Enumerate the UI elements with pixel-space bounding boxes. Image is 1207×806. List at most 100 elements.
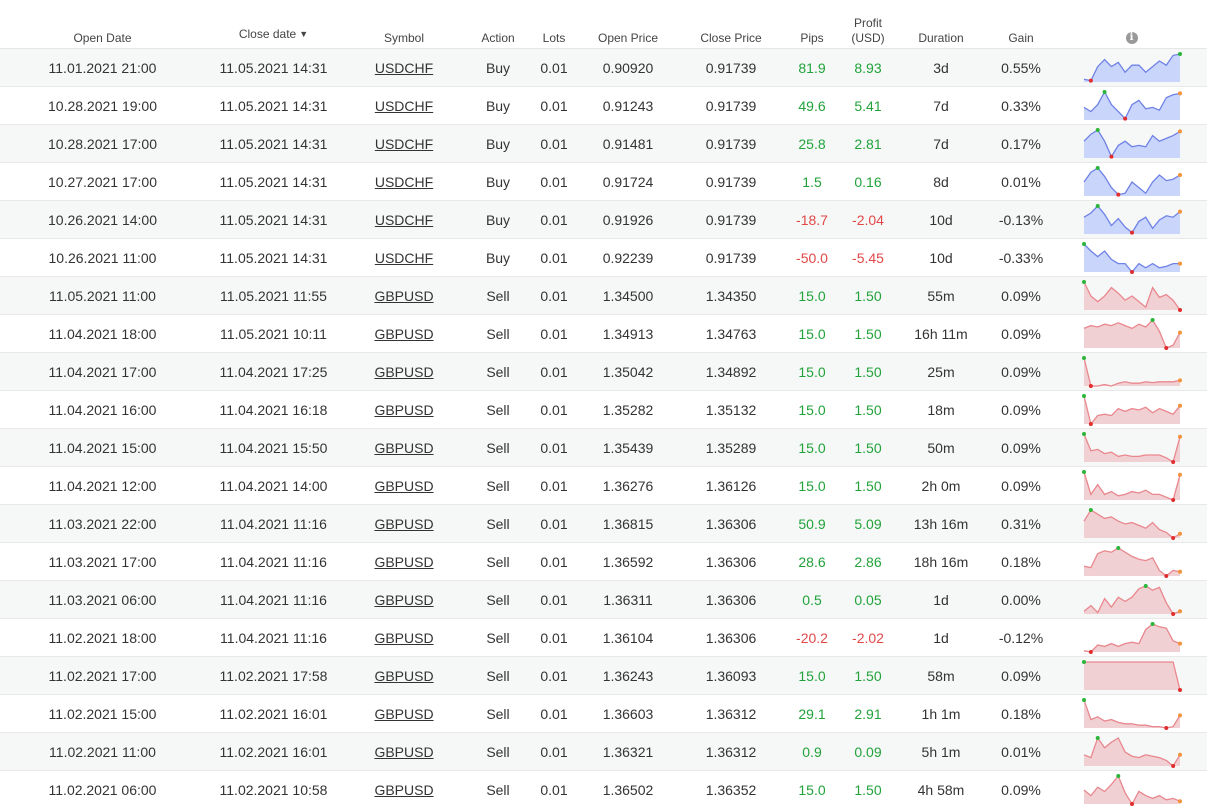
close-date-cell: 11.04.2021 11:16 — [205, 504, 342, 543]
sparkline-area — [1083, 547, 1180, 576]
symbol-link[interactable]: GBPUSD — [374, 744, 433, 760]
close-price-cell: 0.91739 — [678, 124, 784, 163]
sparkline-cell — [1056, 200, 1207, 239]
symbol-cell: GBPUSD — [342, 390, 466, 429]
symbol-link[interactable]: GBPUSD — [374, 402, 433, 418]
action-cell: Sell — [466, 732, 530, 771]
gain-cell: 0.09% — [986, 770, 1056, 806]
pips-cell: 15.0 — [784, 656, 840, 695]
symbol-link[interactable]: GBPUSD — [374, 630, 433, 646]
profit-cell: 1.50 — [840, 314, 896, 353]
table-row[interactable]: 11.04.2021 15:00 11.04.2021 15:50 GBPUSD Se… — [0, 428, 1207, 467]
table-row[interactable]: 11.01.2021 21:00 11.05.2021 14:31 USDCHF Bu… — [0, 48, 1207, 87]
sparkline-area — [1083, 661, 1180, 690]
table-row[interactable]: 10.26.2021 11:00 11.05.2021 14:31 USDCHF Bu… — [0, 238, 1207, 277]
sort-desc-icon: ▼ — [299, 29, 309, 39]
col-close-date[interactable]: Close date ▼ — [205, 0, 342, 49]
col-lots[interactable]: Lots — [530, 0, 578, 49]
symbol-link[interactable]: USDCHF — [375, 136, 433, 152]
gain-cell: 0.33% — [986, 86, 1056, 125]
table-row[interactable]: 11.02.2021 15:00 11.02.2021 16:01 GBPUSD Se… — [0, 694, 1207, 733]
action-cell: Buy — [466, 48, 530, 87]
close-price-cell: 1.36306 — [678, 580, 784, 619]
table-row[interactable]: 11.04.2021 16:00 11.04.2021 16:18 GBPUSD Se… — [0, 390, 1207, 429]
table-row[interactable]: 10.28.2021 17:00 11.05.2021 14:31 USDCHF Bu… — [0, 124, 1207, 163]
symbol-cell: GBPUSD — [342, 314, 466, 353]
col-gain[interactable]: Gain — [986, 0, 1056, 49]
symbol-link[interactable]: GBPUSD — [374, 706, 433, 722]
open-price-cell: 1.34500 — [578, 276, 678, 315]
pips-cell: 0.9 — [784, 732, 840, 771]
table-row[interactable]: 11.03.2021 22:00 11.04.2021 11:16 GBPUSD Se… — [0, 504, 1207, 543]
symbol-link[interactable]: GBPUSD — [374, 440, 433, 456]
table-row[interactable]: 11.05.2021 11:00 11.05.2021 11:55 GBPUSD Se… — [0, 276, 1207, 315]
col-close-price[interactable]: Close Price — [678, 0, 784, 49]
action-cell: Buy — [466, 86, 530, 125]
profit-cell: 2.86 — [840, 542, 896, 581]
action-cell: Buy — [466, 124, 530, 163]
profit-cell: 5.09 — [840, 504, 896, 543]
pips-cell: 15.0 — [784, 466, 840, 505]
symbol-cell: GBPUSD — [342, 770, 466, 806]
col-open-price[interactable]: Open Price — [578, 0, 678, 49]
info-icon[interactable]: i — [1125, 32, 1138, 44]
symbol-link[interactable]: GBPUSD — [374, 288, 433, 304]
sparkline-low-marker — [1115, 192, 1120, 197]
gain-cell: -0.33% — [986, 238, 1056, 277]
symbol-link[interactable]: USDCHF — [375, 98, 433, 114]
sparkline-line — [1082, 357, 1180, 387]
table-row[interactable]: 11.04.2021 12:00 11.04.2021 14:00 GBPUSD Se… — [0, 466, 1207, 505]
table-row[interactable]: 11.04.2021 18:00 11.05.2021 10:11 GBPUSD Se… — [0, 314, 1207, 353]
col-pips[interactable]: Pips — [784, 0, 840, 49]
profit-cell: 2.81 — [840, 124, 896, 163]
col-symbol[interactable]: Symbol — [342, 0, 466, 49]
close-price-cell: 0.91739 — [678, 86, 784, 125]
symbol-link[interactable]: GBPUSD — [374, 364, 433, 380]
close-price-cell: 0.91739 — [678, 200, 784, 239]
symbol-link[interactable]: USDCHF — [375, 250, 433, 266]
symbol-link[interactable]: GBPUSD — [374, 554, 433, 570]
profit-sparkline — [1083, 583, 1182, 616]
lots-cell: 0.01 — [530, 428, 578, 467]
table-row[interactable]: 10.26.2021 14:00 11.05.2021 14:31 USDCHF Bu… — [0, 200, 1207, 239]
table-row[interactable]: 10.28.2021 19:00 11.05.2021 14:31 USDCHF Bu… — [0, 86, 1207, 125]
duration-cell: 13h 16m — [896, 504, 986, 543]
col-open-date[interactable]: Open Date — [0, 0, 205, 49]
open-date-cell: 10.28.2021 17:00 — [0, 124, 205, 163]
open-date-cell: 10.27.2021 17:00 — [0, 162, 205, 201]
profit-sparkline — [1083, 735, 1182, 768]
sparkline-high-marker — [1150, 621, 1155, 626]
sparkline-high-marker — [1095, 127, 1100, 132]
sparkline-low-marker — [1129, 230, 1134, 235]
table-row[interactable]: 11.02.2021 17:00 11.02.2021 17:58 GBPUSD Se… — [0, 656, 1207, 695]
duration-cell: 1d — [896, 618, 986, 657]
pips-cell: 29.1 — [784, 694, 840, 733]
open-date-cell: 11.03.2021 06:00 — [0, 580, 205, 619]
col-duration[interactable]: Duration — [896, 0, 986, 49]
symbol-link[interactable]: USDCHF — [375, 60, 433, 76]
symbol-link[interactable]: GBPUSD — [374, 592, 433, 608]
symbol-link[interactable]: GBPUSD — [374, 516, 433, 532]
open-date-cell: 11.02.2021 18:00 — [0, 618, 205, 657]
symbol-link[interactable]: GBPUSD — [374, 782, 433, 798]
sparkline-low-marker — [1088, 649, 1093, 654]
sparkline-cell — [1056, 390, 1207, 429]
table-row[interactable]: 11.02.2021 11:00 11.02.2021 16:01 GBPUSD Se… — [0, 732, 1207, 771]
col-action[interactable]: Action — [466, 0, 530, 49]
table-row[interactable]: 11.02.2021 06:00 11.02.2021 10:58 GBPUSD Se… — [0, 770, 1207, 806]
table-row[interactable]: 11.02.2021 18:00 11.04.2021 11:16 GBPUSD Se… — [0, 618, 1207, 657]
symbol-link[interactable]: GBPUSD — [374, 668, 433, 684]
symbol-link[interactable]: USDCHF — [375, 174, 433, 190]
table-row[interactable]: 11.04.2021 17:00 11.04.2021 17:25 GBPUSD Se… — [0, 352, 1207, 391]
sparkline-cell — [1056, 732, 1207, 771]
symbol-link[interactable]: GBPUSD — [374, 478, 433, 494]
symbol-link[interactable]: GBPUSD — [374, 326, 433, 342]
sparkline-low-marker — [1122, 116, 1127, 121]
table-row[interactable]: 11.03.2021 06:00 11.04.2021 11:16 GBPUSD Se… — [0, 580, 1207, 619]
symbol-link[interactable]: USDCHF — [375, 212, 433, 228]
sparkline-high-marker — [1088, 507, 1093, 512]
table-row[interactable]: 10.27.2021 17:00 11.05.2021 14:31 USDCHF Bu… — [0, 162, 1207, 201]
sparkline-cell — [1056, 656, 1207, 695]
col-profit[interactable]: Profit (USD) — [840, 0, 896, 49]
table-row[interactable]: 11.03.2021 17:00 11.04.2021 11:16 GBPUSD Se… — [0, 542, 1207, 581]
